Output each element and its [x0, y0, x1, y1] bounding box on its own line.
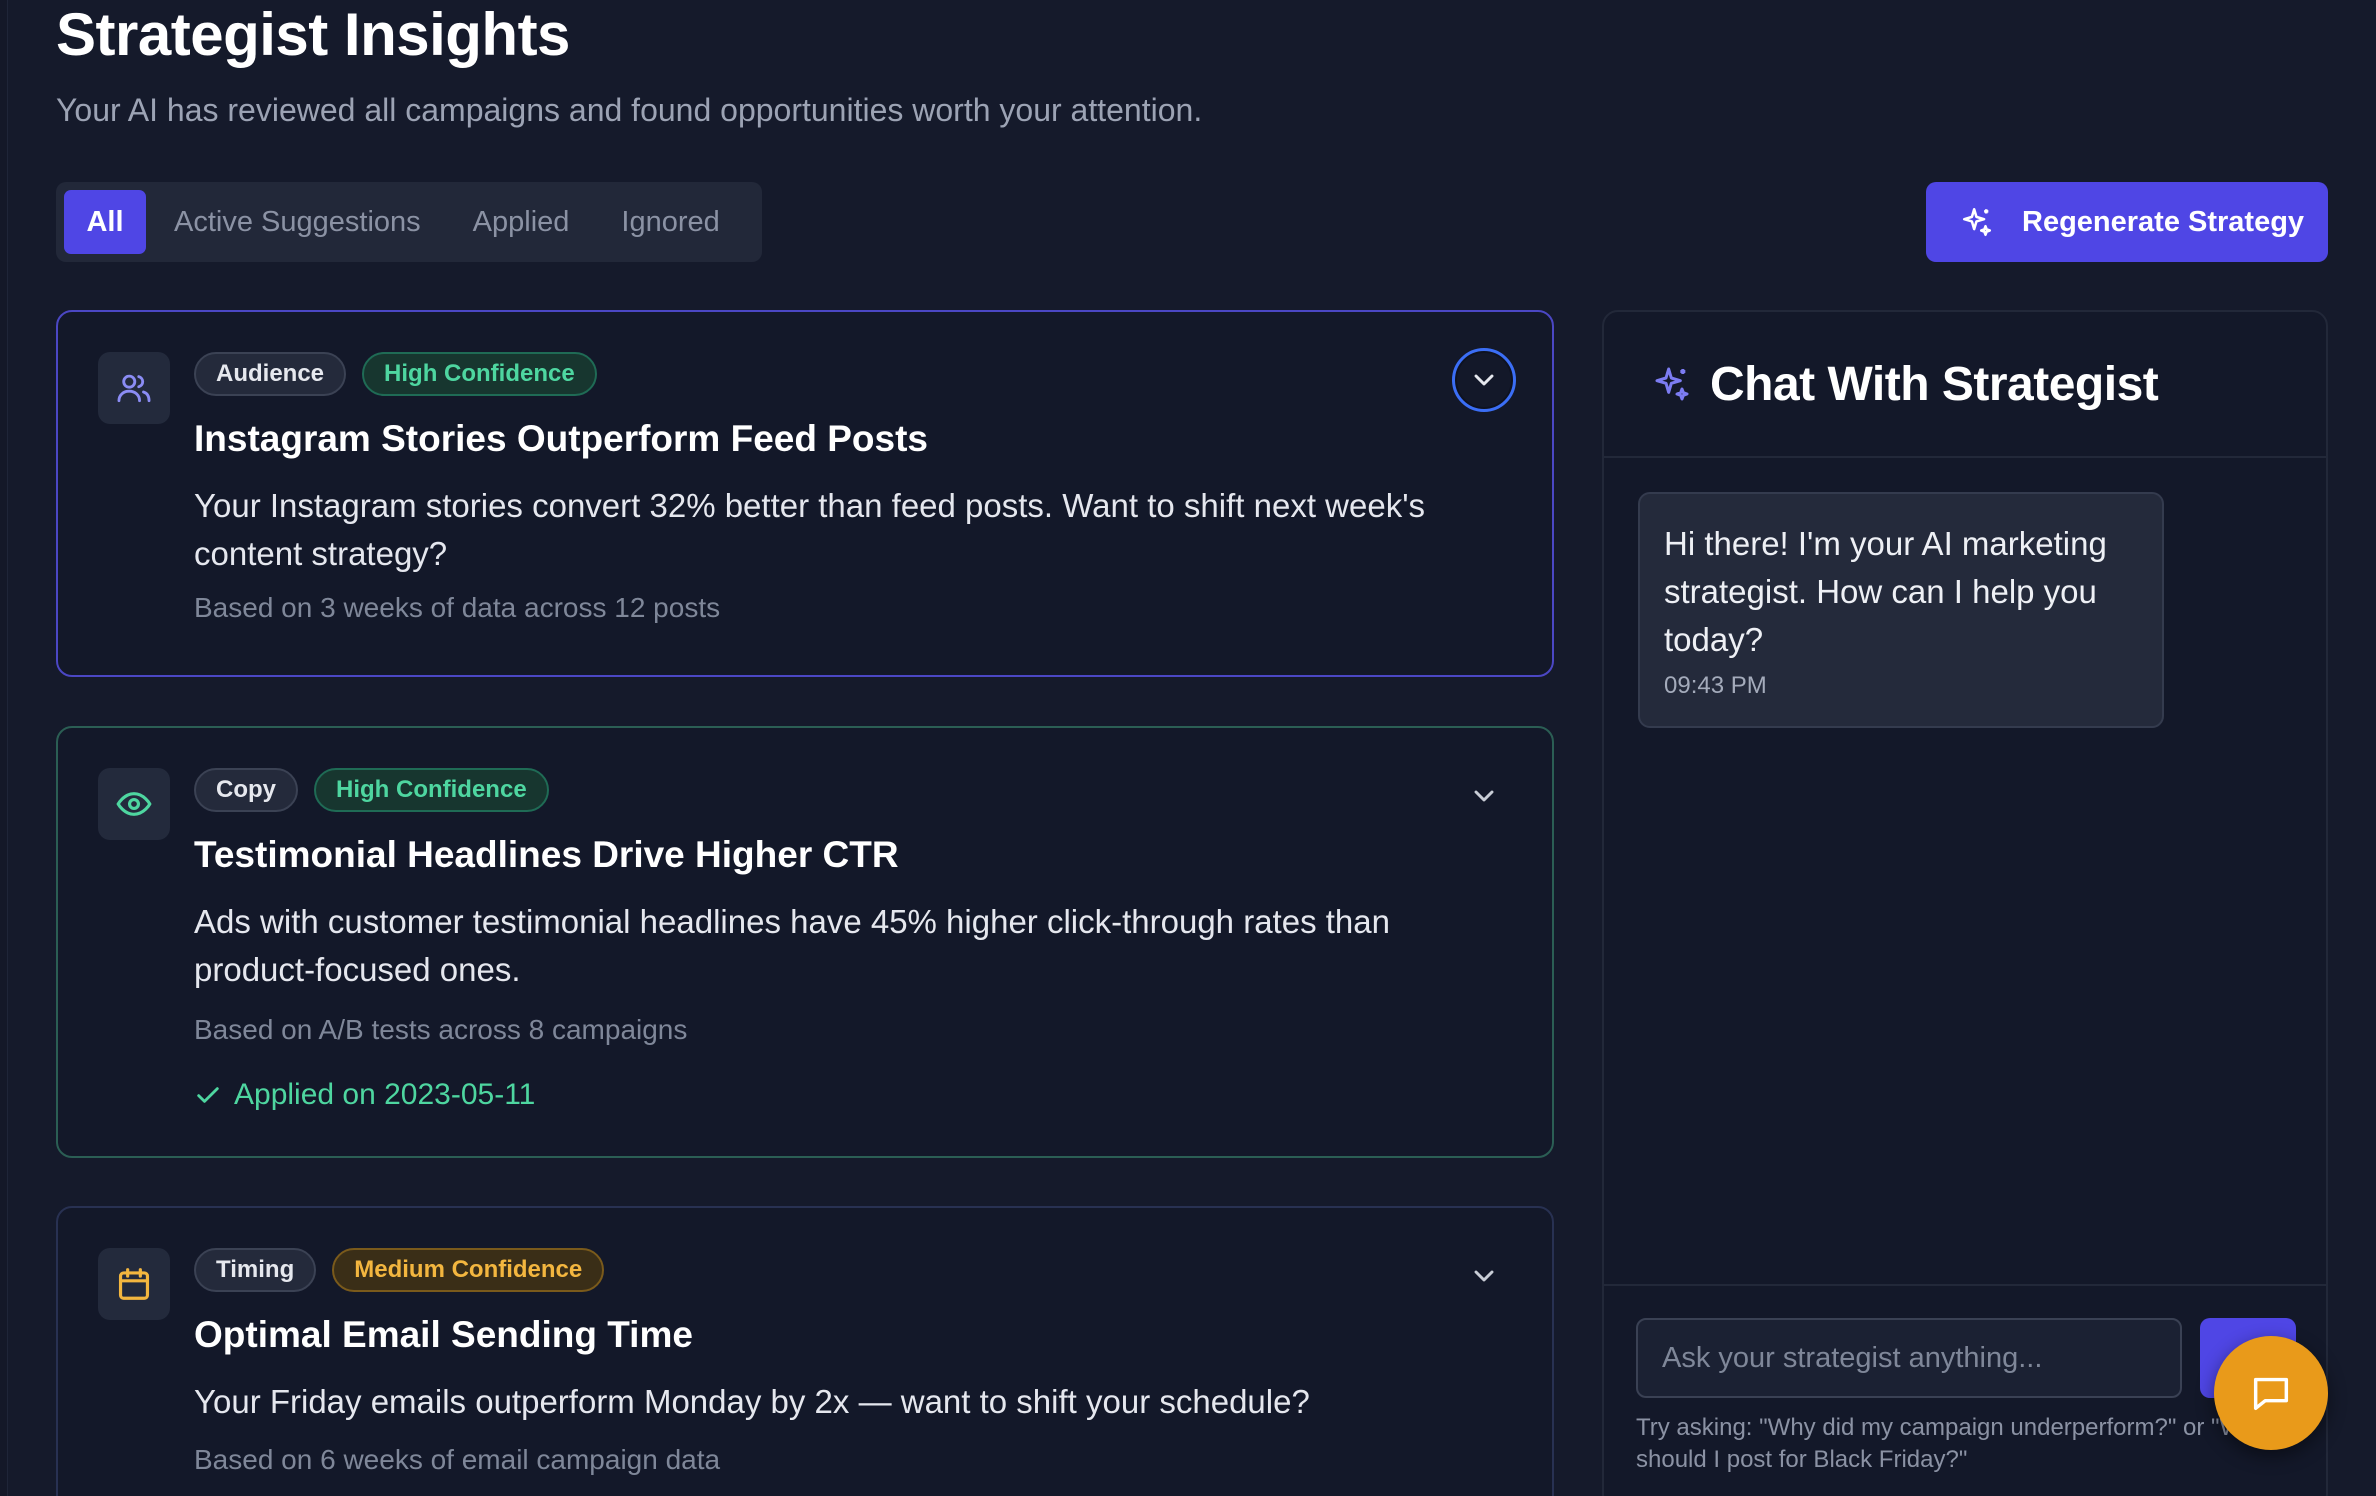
badge-group: Timing Medium Confidence — [194, 1248, 605, 1292]
insight-card[interactable]: Timing Medium Confidence Optimal Email S… — [56, 1206, 1554, 1496]
insight-description: Your Instagram stories convert 32% bette… — [194, 487, 1425, 572]
insight-description: Your Friday emails outperform Monday by … — [194, 1383, 1310, 1420]
expand-button[interactable] — [1452, 348, 1516, 412]
sparkles-icon — [1655, 367, 1689, 401]
check-icon — [197, 1087, 219, 1103]
card-icon-box — [98, 768, 170, 840]
chevron-down-icon — [1474, 1270, 1494, 1282]
tab-active-suggestions[interactable]: Active Suggestions — [150, 190, 445, 254]
tab-ignored[interactable]: Ignored — [597, 190, 743, 254]
chat-message-text: Hi there! I'm your AI marketing strategi… — [1664, 525, 2107, 658]
badge-group: Copy High Confidence — [194, 768, 549, 812]
message-square-icon — [2253, 1377, 2289, 1411]
chevron-down-icon — [1474, 374, 1494, 386]
page-subtitle: Your AI has reviewed all campaigns and f… — [56, 92, 1203, 128]
calendar-icon — [118, 1268, 150, 1300]
category-badge: Audience — [194, 352, 347, 396]
insight-basis: Based on A/B tests across 8 campaigns — [194, 1014, 688, 1045]
chat-title: Chat With Strategist — [1710, 357, 2159, 411]
eye-icon — [116, 792, 152, 816]
applied-status: Applied on 2023-05-11 — [194, 1078, 535, 1112]
sidebar-edge — [0, 0, 8, 1496]
insight-card[interactable]: Copy High Confidence Testimonial Headlin… — [56, 726, 1554, 1158]
insight-title: Testimonial Headlines Drive Higher CTR — [194, 834, 899, 875]
sparkles-icon — [1962, 207, 1992, 237]
chat-panel: Chat With Strategist Hi there! I'm your … — [1602, 310, 2328, 1496]
chat-fab-button[interactable] — [2214, 1336, 2328, 1450]
tab-all[interactable]: All — [64, 190, 146, 254]
confidence-badge: High Confidence — [314, 768, 549, 812]
regenerate-strategy-button[interactable]: Regenerate Strategy — [1926, 182, 2328, 262]
filter-tabs: All Active Suggestions Applied Ignored — [56, 182, 762, 262]
page-title: Strategist Insights — [56, 1, 570, 68]
insight-title: Instagram Stories Outperform Feed Posts — [194, 418, 929, 459]
category-badge: Timing — [194, 1248, 317, 1292]
expand-button[interactable] — [1452, 764, 1516, 828]
insight-description: Ads with customer testimonial headlines … — [194, 903, 1390, 988]
insight-card[interactable]: Audience High Confidence Instagram Stori… — [56, 310, 1554, 677]
chat-message: Hi there! I'm your AI marketing strategi… — [1638, 492, 2164, 728]
tab-applied[interactable]: Applied — [449, 190, 594, 254]
insight-basis: Based on 6 weeks of email campaign data — [194, 1444, 721, 1475]
users-icon — [117, 374, 151, 403]
chat-hint: Try asking: "Why did my campaign underpe… — [1636, 1414, 2276, 1473]
regenerate-strategy-label: Regenerate Strategy — [2022, 205, 2305, 238]
badge-group: Audience High Confidence — [194, 352, 597, 396]
insight-title: Optimal Email Sending Time — [194, 1314, 693, 1355]
chat-input[interactable] — [1636, 1318, 2182, 1398]
applied-date: Applied on 2023-05-11 — [234, 1078, 536, 1111]
confidence-badge: High Confidence — [362, 352, 597, 396]
chat-footer: Try asking: "Why did my campaign underpe… — [1604, 1284, 2326, 1473]
expand-button[interactable] — [1452, 1244, 1516, 1308]
chat-header: Chat With Strategist — [1604, 312, 2326, 458]
insight-basis: Based on 3 weeks of data across 12 posts — [194, 592, 721, 623]
category-badge: Copy — [194, 768, 298, 812]
card-icon-box — [98, 1248, 170, 1320]
chat-message-time: 09:43 PM — [1664, 672, 1767, 699]
confidence-badge: Medium Confidence — [332, 1248, 605, 1292]
chevron-down-icon — [1474, 790, 1494, 802]
card-icon-box — [98, 352, 170, 424]
